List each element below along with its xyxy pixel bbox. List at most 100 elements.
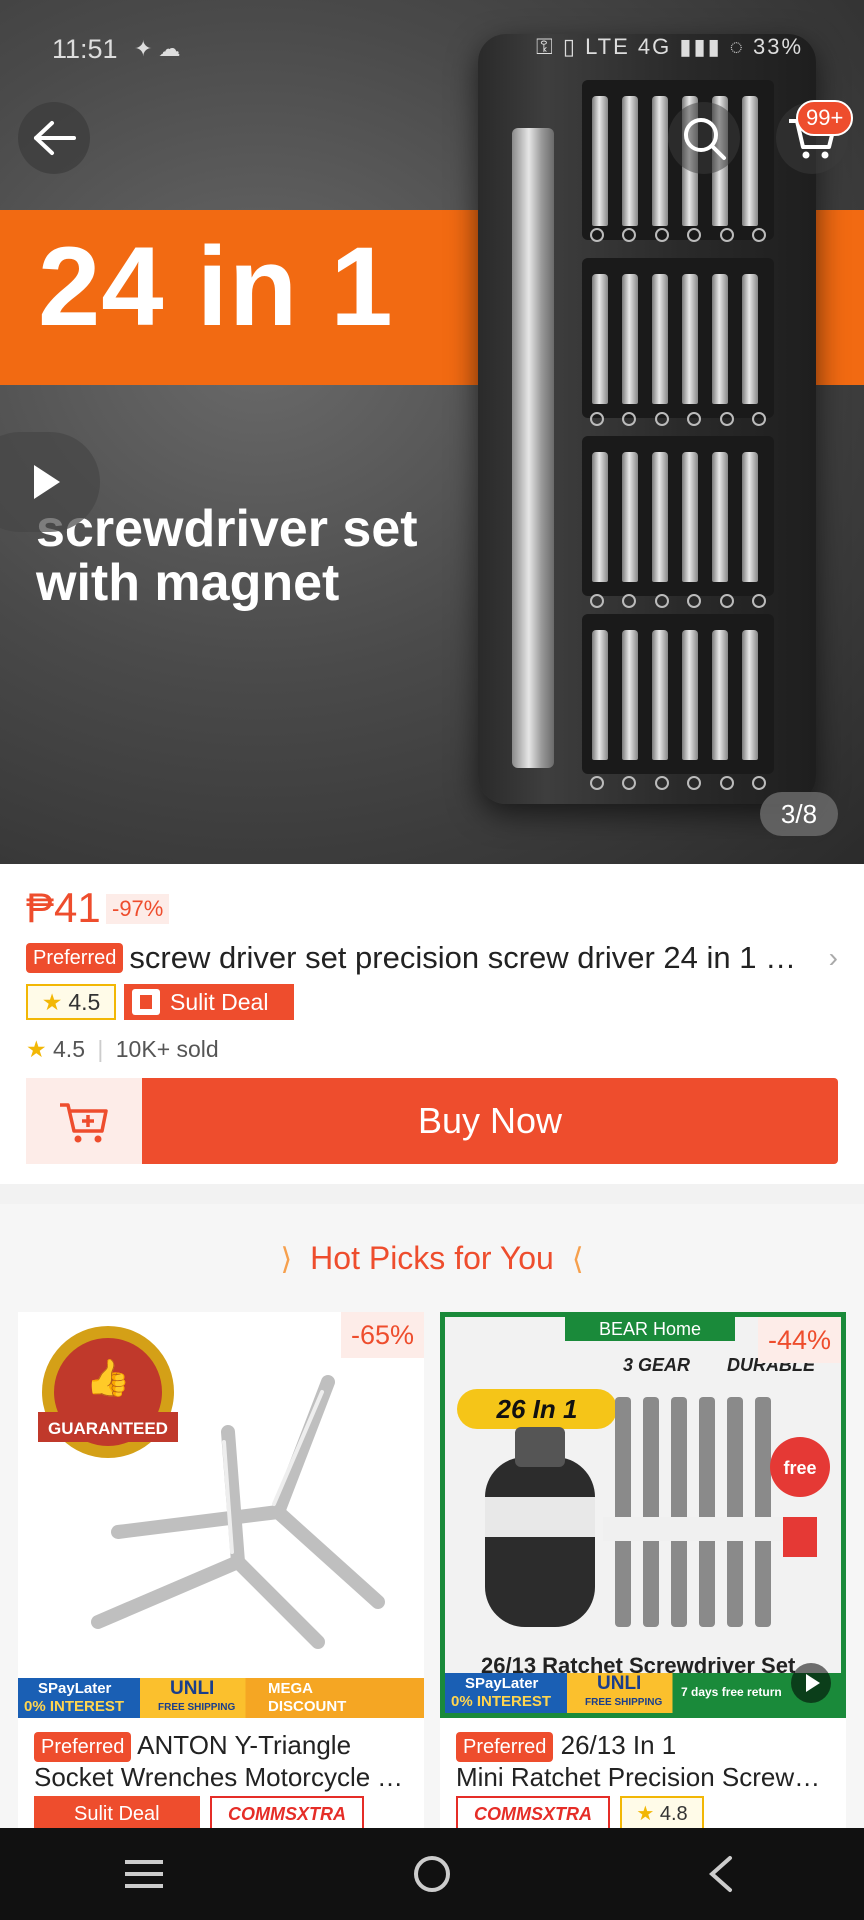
rating-sold-row: ★ 4.5 | 10K+ sold bbox=[26, 1036, 219, 1063]
bit-label-row bbox=[590, 776, 766, 790]
spaylater-label: SPayLater bbox=[38, 1680, 112, 1697]
screwdriver-bit bbox=[652, 452, 668, 582]
unli-label: UNLI bbox=[170, 1678, 215, 1699]
screwdriver-bit bbox=[712, 630, 728, 760]
card-badges: Sulit Deal COMMSXTRA bbox=[34, 1796, 364, 1832]
y-wrench-image: GUARANTEED 👍 bbox=[38, 1326, 385, 1649]
interest-label: 0% INTEREST bbox=[24, 1698, 125, 1715]
screwdriver-bit bbox=[712, 274, 728, 404]
product-info-section: ₱41 -97% Preferred screw driver set prec… bbox=[0, 864, 864, 1184]
rating-badge: ★ 4.8 bbox=[620, 1796, 704, 1832]
hero-subline-2: with magnet bbox=[36, 554, 340, 612]
search-button[interactable] bbox=[668, 102, 740, 174]
buy-now-button[interactable]: Buy Now bbox=[142, 1078, 838, 1164]
discount-label: DISCOUNT bbox=[268, 1698, 347, 1715]
card-title-line2: Mini Ratchet Precision Screwdriver Set bbox=[456, 1762, 834, 1793]
hero-headline: 24 in 1 bbox=[38, 224, 394, 349]
card-title-line1: 26/13 In 1 bbox=[560, 1730, 677, 1760]
sulit-deal-badge: Sulit Deal bbox=[34, 1796, 200, 1832]
free-label: free bbox=[783, 1458, 816, 1478]
screwdriver-bit bbox=[652, 630, 668, 760]
promo-strip: SPayLater 0% INTEREST UNLI FREE SHIPPING… bbox=[18, 1678, 424, 1718]
screwdriver-bit bbox=[622, 96, 638, 226]
screwdriver-bit bbox=[652, 96, 668, 226]
sold-count: 10K+ sold bbox=[115, 1036, 219, 1062]
search-icon bbox=[684, 118, 726, 160]
star-icon: ★ bbox=[636, 1803, 655, 1825]
back-chevron-icon bbox=[708, 1856, 732, 1892]
status-bar: 11:51 ✦ ☁ ⚿ ▯ LTE 4G ▮▮▮ ◌ 33% bbox=[0, 0, 864, 100]
promo-strip: SPayLater 0% INTEREST UNLI FREE SHIPPING… bbox=[445, 1673, 841, 1713]
add-to-cart-icon bbox=[60, 1103, 108, 1143]
rating-badge-value: 4.5 bbox=[68, 988, 101, 1015]
screwdriver-bit bbox=[652, 274, 668, 404]
interest-label: 0% INTEREST bbox=[451, 1693, 552, 1710]
play-icon bbox=[34, 465, 60, 499]
hot-picks-heading: ⟩ Hot Picks for You ⟨ bbox=[0, 1240, 864, 1277]
screwdriver-bit bbox=[622, 630, 638, 760]
home-button[interactable] bbox=[392, 1844, 472, 1904]
card-discount-tag: -44% bbox=[757, 1317, 841, 1363]
product-card[interactable]: BEAR Home 3 GEAR DURABLE 26 In 1 free 26… bbox=[440, 1312, 846, 1832]
card-title-line1: ANTON Y-Triangle bbox=[137, 1730, 352, 1760]
screwdriver-bit bbox=[592, 96, 608, 226]
product-title-row[interactable]: Preferred screw driver set precision scr… bbox=[26, 936, 838, 980]
screwdriver-bit bbox=[592, 452, 608, 582]
add-to-cart-button[interactable] bbox=[26, 1078, 142, 1164]
guarantee-text: GUARANTEED bbox=[48, 1419, 168, 1438]
cart-count-badge: 99+ bbox=[796, 100, 854, 136]
spaylater-label: SPayLater bbox=[465, 1675, 539, 1692]
bit-label-row bbox=[590, 412, 766, 426]
unli-label: UNLI bbox=[597, 1673, 642, 1694]
screwdriver-bit bbox=[622, 274, 638, 404]
screwdriver-bit bbox=[622, 452, 638, 582]
sulit-deal-badge: Sulit Deal bbox=[124, 984, 294, 1020]
play-video-button[interactable] bbox=[0, 432, 100, 532]
card-badges: COMMSXTRA ★ 4.8 bbox=[456, 1796, 704, 1832]
screwdriver-bit bbox=[742, 452, 758, 582]
status-right-icons: ⚿ ▯ LTE 4G ▮▮▮ ◌ 33% bbox=[536, 34, 804, 59]
home-circle-icon bbox=[414, 1856, 450, 1892]
divider: | bbox=[97, 1036, 104, 1062]
video-play-button[interactable] bbox=[791, 1663, 831, 1703]
discount-badge: -97% bbox=[106, 894, 170, 924]
card-rating-value: 4.8 bbox=[659, 1803, 688, 1825]
card-title: Preferred ANTON Y-Triangle Socket Wrench… bbox=[34, 1730, 412, 1793]
star-icon: ★ bbox=[41, 988, 63, 1015]
preferred-badge: Preferred bbox=[456, 1732, 554, 1763]
back-nav-button[interactable] bbox=[680, 1844, 760, 1904]
card-title: Preferred 26/13 In 1 Mini Ratchet Precis… bbox=[456, 1730, 834, 1793]
screwdriver-bit bbox=[682, 630, 698, 760]
image-counter: 3/8 bbox=[760, 792, 838, 836]
decor-left-icon: ⟩ bbox=[280, 1243, 293, 1276]
screwdriver-bit bbox=[712, 452, 728, 582]
screwdriver-bit bbox=[682, 452, 698, 582]
commsxtra-badge: COMMSXTRA bbox=[210, 1796, 364, 1832]
star-icon: ★ bbox=[26, 1036, 47, 1062]
product-title: screw driver set precision screw driver … bbox=[129, 940, 817, 975]
bit-label-row bbox=[590, 594, 766, 608]
hero-subline-1: screwdriver set bbox=[36, 500, 418, 558]
free-return-label: 7 days free return bbox=[681, 1685, 782, 1699]
card-discount-tag: -65% bbox=[340, 1312, 424, 1358]
ratchet-screwdriver-image: free bbox=[485, 1397, 830, 1627]
arrow-left-icon bbox=[34, 121, 76, 155]
hot-picks-title: Hot Picks for You bbox=[310, 1240, 554, 1276]
back-button[interactable] bbox=[18, 102, 90, 174]
play-icon bbox=[806, 1674, 820, 1692]
recent-apps-button[interactable] bbox=[104, 1844, 184, 1904]
commsxtra-badge: COMMSXTRA bbox=[456, 1796, 610, 1832]
screwdriver-bit bbox=[592, 630, 608, 760]
product-price: ₱41 bbox=[26, 884, 101, 931]
rating-value: 4.5 bbox=[53, 1036, 85, 1062]
free-shipping-label: FREE SHIPPING bbox=[158, 1702, 236, 1713]
screwdriver-bit bbox=[742, 630, 758, 760]
screwdriver-bit bbox=[682, 274, 698, 404]
free-shipping-label: FREE SHIPPING bbox=[585, 1697, 663, 1708]
deal-label: Sulit Deal bbox=[170, 988, 269, 1015]
system-nav-bar bbox=[0, 1828, 864, 1920]
product-card[interactable]: GUARANTEED 👍 -65% SPayLater 0% INTEREST … bbox=[18, 1312, 424, 1832]
card-title-line2: Socket Wrenches Motorcycle Tools bbox=[34, 1762, 412, 1793]
screwdriver-bit bbox=[742, 96, 758, 226]
preferred-badge: Preferred bbox=[26, 943, 124, 973]
